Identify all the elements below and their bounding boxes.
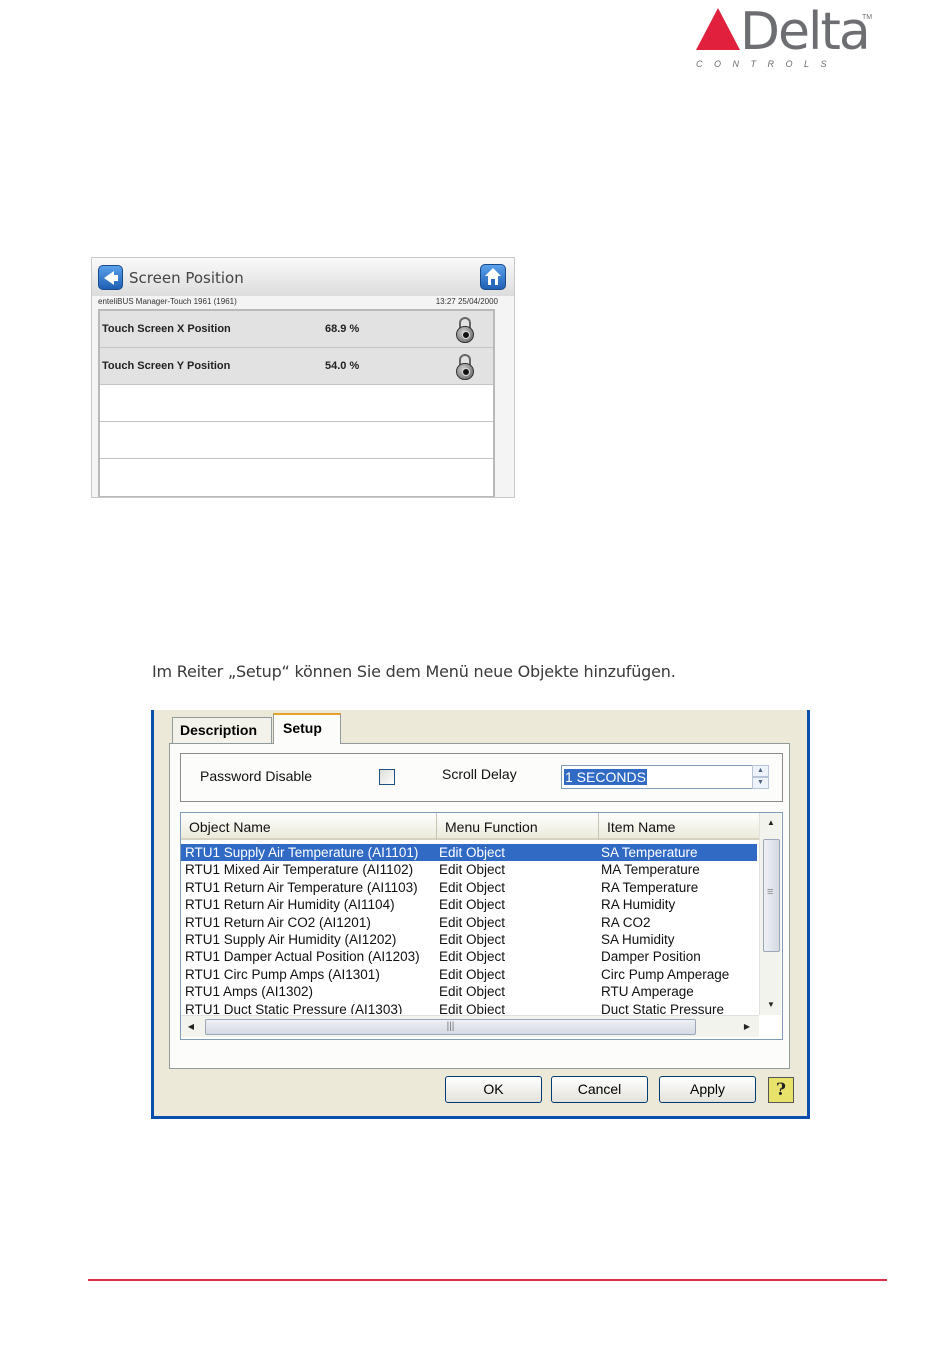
cell-menu-function: Edit Object: [439, 914, 506, 930]
list-item[interactable]: RTU1 Return Air Temperature (AI1103) Edi…: [181, 879, 757, 896]
cell-object-name: RTU1 Damper Actual Position (AI1203): [185, 949, 420, 965]
cell-menu-function: Edit Object: [439, 931, 506, 947]
cell-menu-function: Edit Object: [439, 879, 506, 895]
cell-item-name: RA CO2: [601, 914, 651, 930]
touch-row-empty: [100, 422, 493, 459]
logo-subtitle: CONTROLS: [696, 59, 839, 69]
horizontal-scrollbar[interactable]: ◀ ||| ▶: [181, 1015, 759, 1037]
list-rows: RTU1 Supply Air Temperature (AI1101) Edi…: [181, 844, 757, 1014]
ok-button[interactable]: OK: [445, 1076, 542, 1103]
options-group: Password Disable Scroll Delay 1 SECONDS …: [180, 753, 783, 802]
list-item[interactable]: RTU1 Damper Actual Position (AI1203) Edi…: [181, 948, 757, 965]
touch-title: Screen Position: [129, 269, 244, 287]
scroll-delay-label: Scroll Delay: [442, 766, 517, 782]
cell-menu-function: Edit Object: [439, 949, 506, 965]
cell-object-name: RTU1 Return Air Humidity (AI1104): [185, 897, 395, 913]
touch-screen-panel: Screen Position enteliBUS Manager-Touch …: [91, 257, 515, 498]
instruction-paragraph: Im Reiter „Setup“ können Sie dem Menü ne…: [152, 662, 676, 681]
cell-item-name: SA Temperature: [601, 845, 698, 860]
device-timestamp: 13:27 25/04/2000: [435, 297, 498, 306]
column-header-menu-function[interactable]: Menu Function: [437, 813, 599, 840]
logo-word: Delta: [740, 2, 871, 62]
cell-item-name: MA Temperature: [601, 862, 700, 878]
touch-row-empty: [100, 385, 493, 422]
cell-menu-function: Edit Object: [439, 966, 506, 982]
cell-menu-function: Edit Object: [439, 897, 506, 913]
cell-item-name: Damper Position: [601, 949, 701, 965]
help-icon[interactable]: ?: [768, 1077, 794, 1103]
horizontal-scroll-thumb[interactable]: |||: [205, 1019, 696, 1035]
scroll-delay-value: 1 SECONDS: [564, 769, 647, 785]
row-label: Touch Screen X Position: [102, 323, 231, 335]
list-item[interactable]: RTU1 Duct Static Pressure (AI1303) Edit …: [181, 1001, 757, 1014]
list-item[interactable]: RTU1 Supply Air Humidity (AI1202) Edit O…: [181, 931, 757, 948]
list-item[interactable]: RTU1 Mixed Air Temperature (AI1102) Edit…: [181, 861, 757, 878]
cell-object-name: RTU1 Return Air CO2 (AI1201): [185, 914, 371, 930]
list-header: Object Name Menu Function Item Name: [181, 813, 759, 840]
cell-object-name: RTU1 Duct Static Pressure (AI1303): [185, 1001, 403, 1014]
list-item[interactable]: RTU1 Circ Pump Amps (AI1301) Edit Object…: [181, 966, 757, 983]
cell-menu-function: Edit Object: [439, 862, 506, 878]
apply-button[interactable]: Apply: [659, 1076, 756, 1103]
home-icon[interactable]: [480, 264, 506, 290]
cancel-button[interactable]: Cancel: [551, 1076, 648, 1103]
logo-trademark: TM: [862, 14, 873, 21]
touch-row-empty: [100, 459, 493, 496]
password-disable-label: Password Disable: [200, 768, 313, 784]
scroll-right-icon[interactable]: ▶: [737, 1016, 757, 1038]
list-item[interactable]: RTU1 Return Air CO2 (AI1201) Edit Object…: [181, 914, 757, 931]
setup-panel: Password Disable Scroll Delay 1 SECONDS …: [169, 743, 790, 1069]
scroll-down-icon[interactable]: ▼: [760, 995, 782, 1015]
vertical-scrollbar[interactable]: ▲ ▼: [759, 813, 781, 1015]
scroll-up-icon[interactable]: ▲: [760, 813, 782, 833]
column-header-item-name[interactable]: Item Name: [599, 813, 759, 840]
device-info: enteliBUS Manager-Touch 1961 (1961): [98, 297, 237, 306]
tab-description[interactable]: Description: [172, 717, 272, 743]
cell-menu-function: Edit Object: [439, 1001, 506, 1014]
spin-down-icon[interactable]: ▼: [752, 777, 769, 789]
cell-object-name: RTU1 Return Air Temperature (AI1103): [185, 879, 418, 895]
touch-list: Touch Screen X Position 68.9 % Touch Scr…: [98, 309, 495, 497]
cell-item-name: Duct Static Pressure: [601, 1001, 725, 1014]
delta-controls-logo: Delta TM CONTROLS: [694, 2, 874, 72]
list-item[interactable]: RTU1 Supply Air Temperature (AI1101) Edi…: [181, 844, 757, 862]
list-item[interactable]: RTU1 Amps (AI1302) Edit Object RTU Amper…: [181, 983, 757, 1000]
row-value: 68.9 %: [325, 323, 360, 335]
cell-item-name: RTU Amperage: [601, 984, 694, 1000]
password-disable-checkbox[interactable]: [379, 769, 395, 785]
touch-header: Screen Position: [92, 258, 514, 296]
setup-dialog: Description Password Disable Scroll Dela…: [151, 710, 810, 1119]
padlock-icon[interactable]: [455, 354, 475, 380]
row-value: 54.0 %: [325, 360, 360, 372]
scroll-left-icon[interactable]: ◀: [181, 1016, 201, 1038]
cell-object-name: RTU1 Mixed Air Temperature (AI1102): [185, 862, 414, 878]
scroll-delay-stepper[interactable]: ▲ ▼: [752, 765, 769, 789]
cell-object-name: RTU1 Amps (AI1302): [185, 984, 314, 1000]
cell-item-name: Circ Pump Amperage: [601, 966, 730, 982]
row-label: Touch Screen Y Position: [102, 360, 231, 372]
touch-row-y-position[interactable]: Touch Screen Y Position 54.0 %: [100, 348, 493, 385]
spin-up-icon[interactable]: ▲: [752, 765, 769, 777]
touch-status-bar: enteliBUS Manager-Touch 1961 (1961) 13:2…: [98, 297, 498, 306]
delta-triangle-icon: [696, 8, 740, 50]
padlock-icon[interactable]: [455, 317, 475, 343]
list-item[interactable]: RTU1 Return Air Humidity (AI1104) Edit O…: [181, 896, 757, 913]
touch-row-x-position[interactable]: Touch Screen X Position 68.9 %: [100, 311, 493, 348]
cell-item-name: RA Temperature: [601, 879, 699, 895]
cell-menu-function: Edit Object: [439, 845, 506, 860]
tab-setup[interactable]: Setup: [273, 713, 341, 744]
vertical-scroll-thumb[interactable]: [763, 839, 780, 952]
cell-item-name: SA Humidity: [601, 931, 675, 947]
cell-item-name: RA Humidity: [601, 897, 676, 913]
scroll-delay-input[interactable]: 1 SECONDS: [561, 765, 753, 789]
menu-objects-list[interactable]: Object Name Menu Function Item Name RTU1…: [180, 812, 783, 1040]
cell-object-name: RTU1 Circ Pump Amps (AI1301): [185, 966, 380, 982]
cell-menu-function: Edit Object: [439, 984, 506, 1000]
cell-object-name: RTU1 Supply Air Temperature (AI1101): [185, 845, 419, 860]
back-arrow-icon[interactable]: [98, 265, 123, 290]
footer-divider: [88, 1279, 887, 1281]
column-header-object-name[interactable]: Object Name: [181, 813, 437, 840]
cell-object-name: RTU1 Supply Air Humidity (AI1202): [185, 931, 397, 947]
